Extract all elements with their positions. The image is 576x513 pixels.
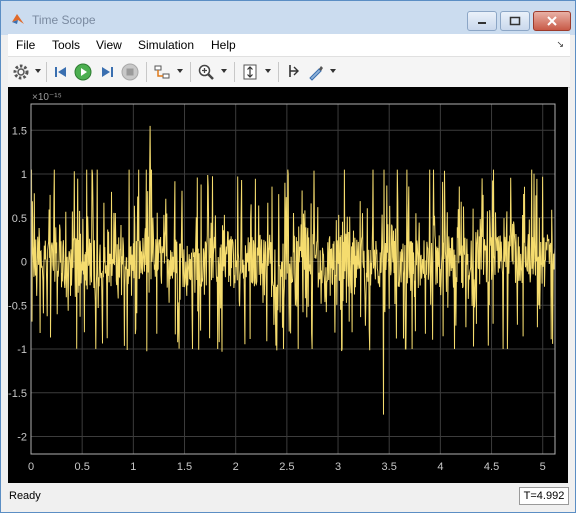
chevron-down-icon[interactable]	[330, 69, 336, 73]
menu-view[interactable]: View	[96, 38, 122, 52]
y-tick-label: -1.5	[8, 388, 27, 400]
toolbar-separator	[46, 62, 47, 82]
toolbar-separator	[190, 62, 191, 82]
chevron-down-icon[interactable]	[35, 69, 41, 73]
stop-icon[interactable]	[121, 63, 139, 81]
x-tick-label: 4.5	[484, 461, 499, 473]
status-text: Ready	[9, 490, 41, 502]
exponent-label: ×10⁻¹⁵	[32, 92, 62, 103]
toolbar	[8, 56, 570, 88]
time-scope-window: Time Scope File Tools View Simulation He…	[0, 0, 576, 513]
menu-bar: File Tools View Simulation Help ↘	[8, 34, 570, 56]
step-forward-icon[interactable]	[98, 63, 116, 81]
x-tick-label: 4	[437, 461, 443, 473]
y-tick-labels: 1.5 1 0.5 0 -0.5 -1 -1.5 -2	[8, 125, 27, 443]
simulation-time: T=4.992	[519, 487, 569, 505]
x-tick-labels: 0 0.5 1 1.5 2 2.5 3 3.5 4 4.5 5	[28, 461, 546, 473]
x-tick-label: 3.5	[382, 461, 397, 473]
y-tick-label: -0.5	[8, 300, 27, 312]
x-tick-label: 3	[335, 461, 341, 473]
toolbar-separator	[234, 62, 235, 82]
scale-axes-icon[interactable]	[241, 63, 259, 81]
x-tick-label: 2.5	[279, 461, 294, 473]
x-tick-label: 0	[28, 461, 34, 473]
dock-arrow-icon[interactable]: ↘	[556, 39, 564, 50]
y-tick-label: 0	[21, 257, 27, 269]
chevron-down-icon[interactable]	[177, 69, 183, 73]
time-plot[interactable]: 0 0.5 1 1.5 2 2.5 3 3.5 4 4.5 5 1.5 1 0.5 0 -0.5 -1 -1.5…	[8, 87, 568, 483]
maximize-icon	[509, 16, 521, 26]
scope-display[interactable]: 0 0.5 1 1.5 2 2.5 3 3.5 4 4.5 5 1.5 1 0.5 0 -0.5 -1 -1.5…	[8, 87, 568, 483]
run-icon[interactable]	[74, 63, 92, 81]
chevron-down-icon[interactable]	[221, 69, 227, 73]
step-back-icon[interactable]	[52, 63, 70, 81]
menu-file[interactable]: File	[16, 38, 35, 52]
x-tick-label: 5	[540, 461, 546, 473]
x-tick-label: 0.5	[75, 461, 90, 473]
y-tick-label: 0.5	[12, 213, 27, 225]
gear-icon[interactable]	[12, 63, 30, 81]
menu-tools[interactable]: Tools	[52, 38, 80, 52]
y-tick-label: 1	[21, 169, 27, 181]
menu-simulation[interactable]: Simulation	[138, 38, 194, 52]
matlab-icon	[12, 14, 24, 24]
cursor-icon[interactable]	[285, 63, 303, 81]
y-tick-label: -2	[17, 432, 27, 444]
y-tick-label: 1.5	[12, 125, 27, 137]
signal-trace	[30, 125, 556, 415]
menu-help[interactable]: Help	[211, 38, 236, 52]
minimize-icon	[478, 22, 486, 24]
style-icon[interactable]	[307, 63, 325, 81]
x-tick-label: 1	[130, 461, 136, 473]
close-icon	[547, 16, 557, 26]
signal-selector-icon[interactable]	[153, 63, 171, 81]
title-bar[interactable]: Time Scope	[1, 1, 575, 35]
y-tick-label: -1	[17, 344, 27, 356]
maximize-button[interactable]	[500, 11, 530, 31]
zoom-in-icon[interactable]	[197, 63, 215, 81]
signal-line	[30, 125, 556, 415]
x-tick-label: 2	[233, 461, 239, 473]
toolbar-separator	[146, 62, 147, 82]
minimize-button[interactable]	[467, 11, 497, 31]
status-bar: Ready T=4.992	[1, 485, 575, 511]
chevron-down-icon[interactable]	[265, 69, 271, 73]
close-button[interactable]	[533, 11, 571, 31]
window-title: Time Scope	[32, 13, 96, 27]
x-tick-label: 1.5	[177, 461, 192, 473]
toolbar-separator	[278, 62, 279, 82]
